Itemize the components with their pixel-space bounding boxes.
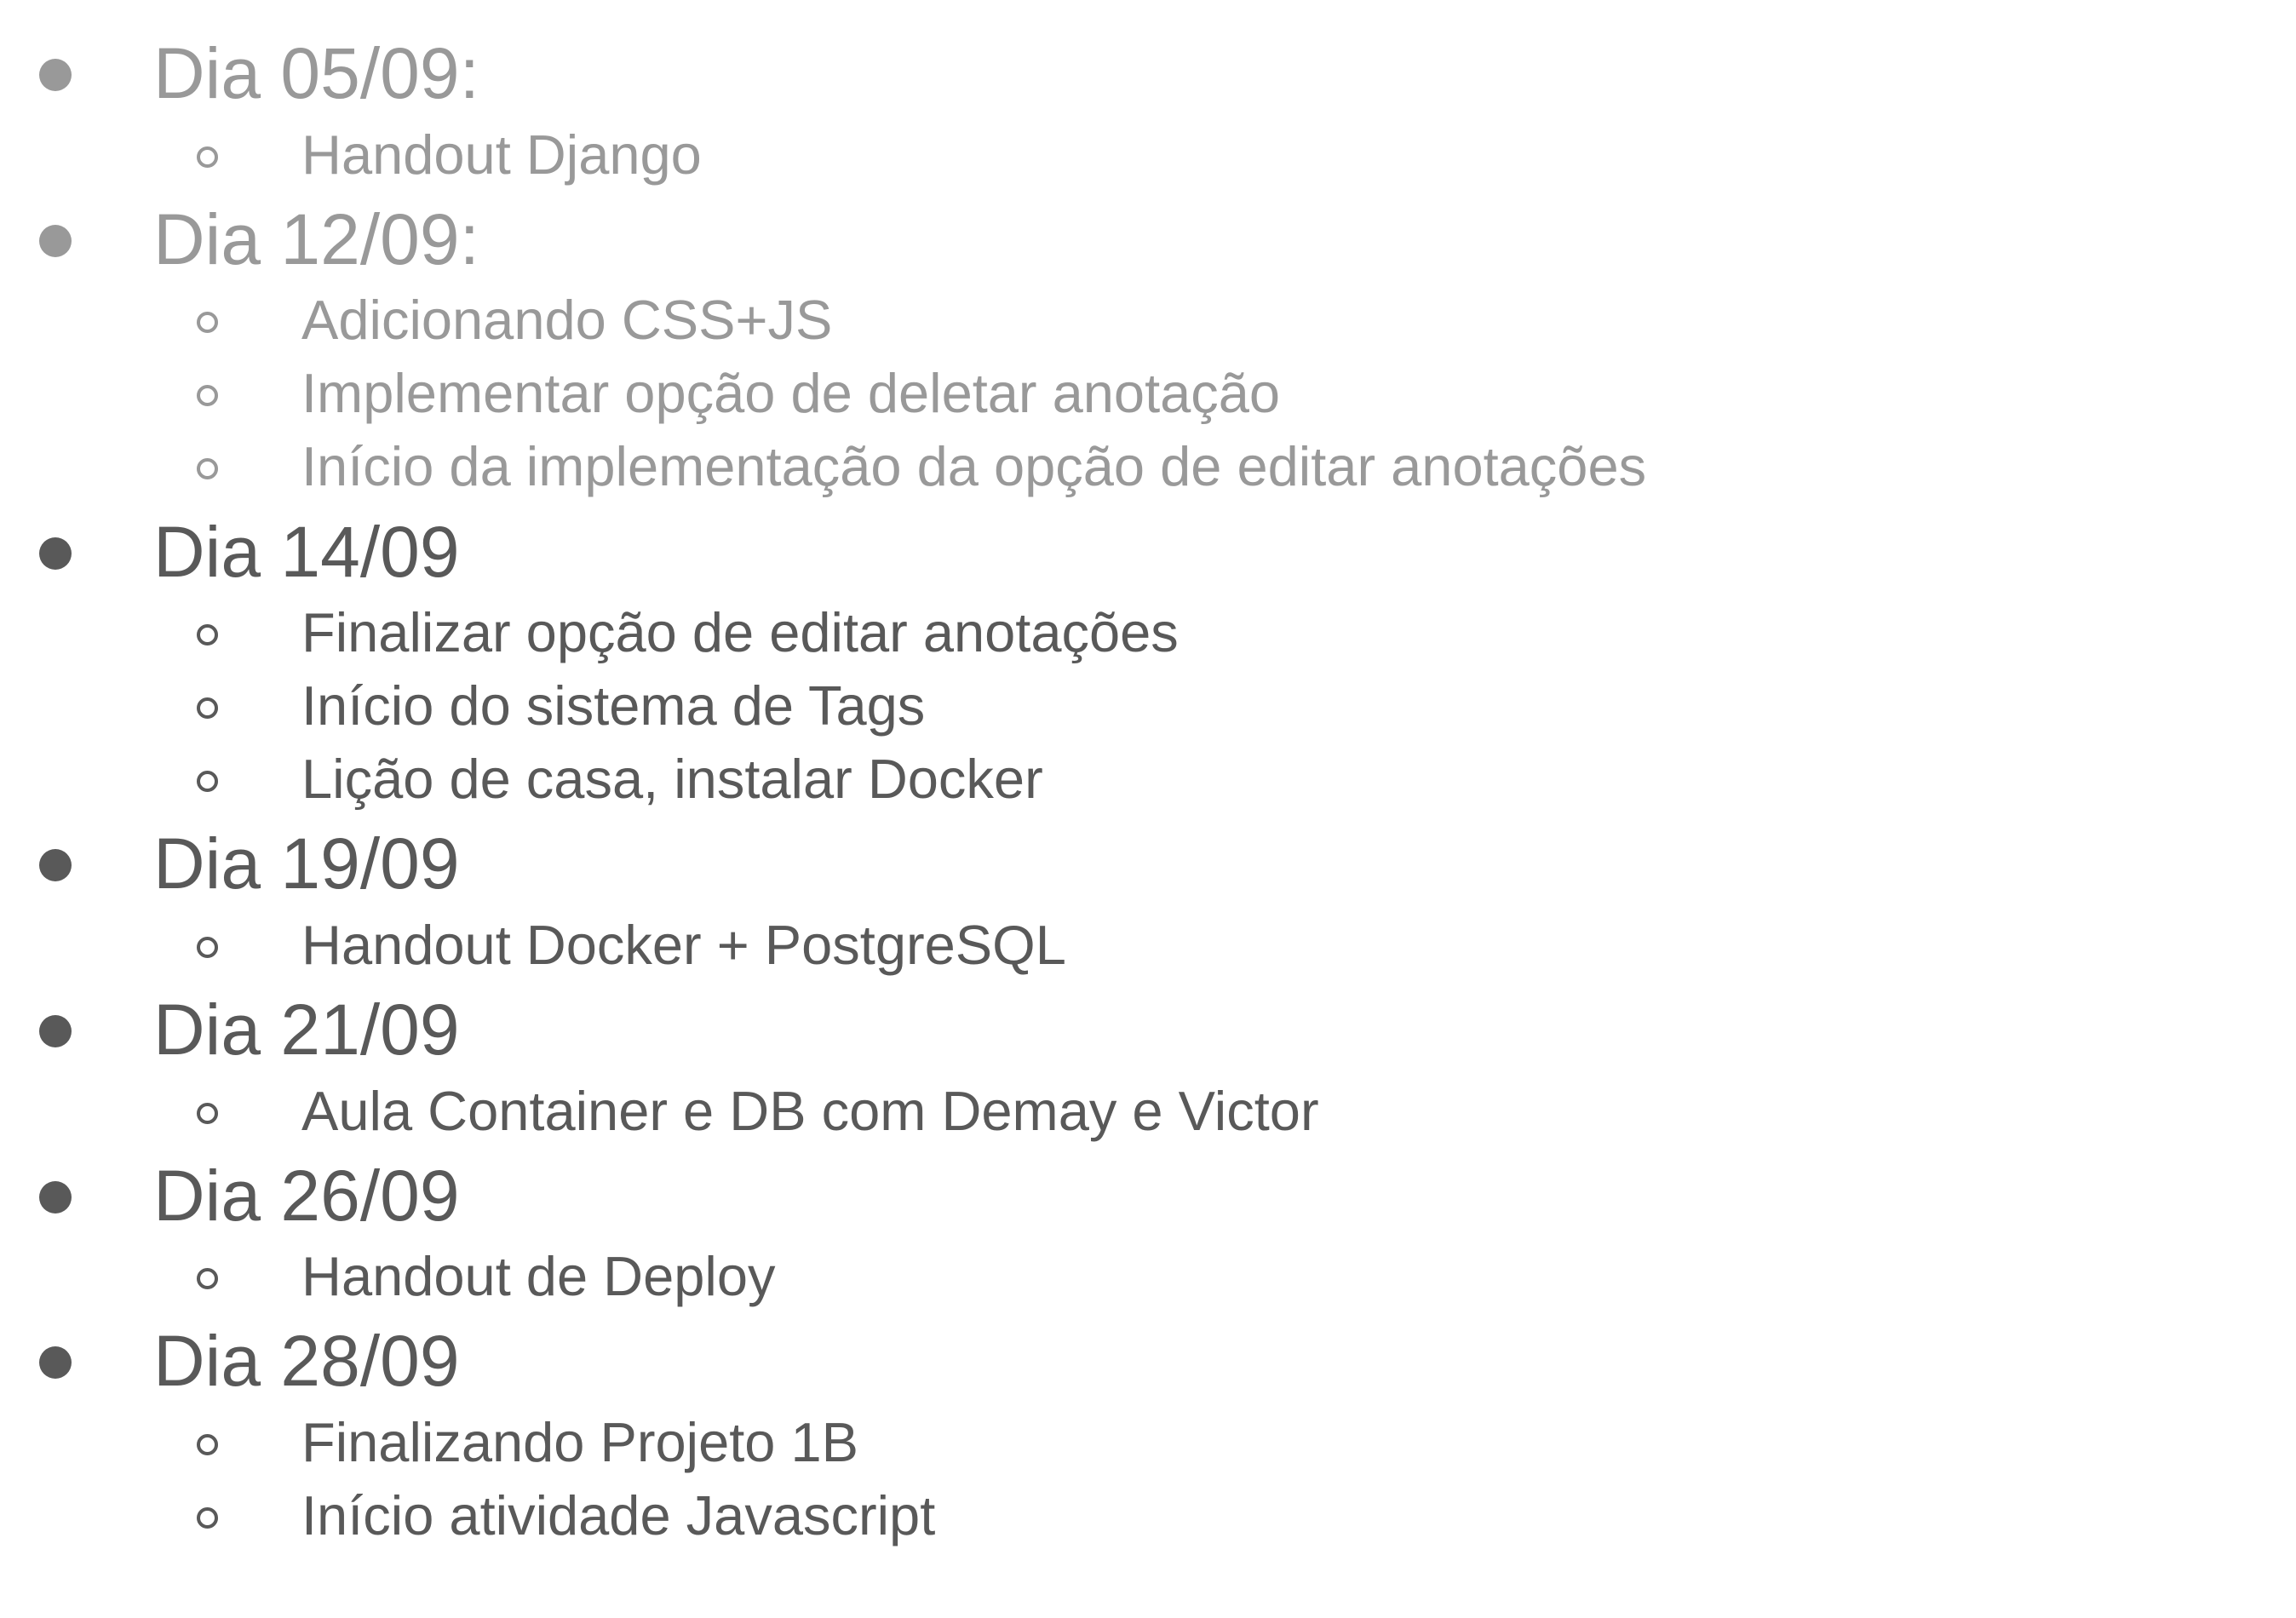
hollow-bullet-icon [197, 312, 218, 333]
filled-bullet-icon [39, 1015, 72, 1047]
day-title: Dia 19/09 [153, 823, 460, 904]
list-item-text: Início atividade Javascript [301, 1484, 936, 1546]
list-item-text: Implementar opção de deletar anotação [301, 362, 1281, 424]
filled-bullet-icon [39, 537, 72, 570]
filled-bullet-icon [39, 849, 72, 881]
list-item-text: Finalizando Projeto 1B [301, 1411, 858, 1473]
hollow-bullet-icon [197, 624, 218, 645]
hollow-bullet-icon [197, 697, 218, 719]
day-title: Dia 21/09 [153, 990, 460, 1070]
day-title: Dia 26/09 [153, 1156, 460, 1236]
filled-bullet-icon [39, 59, 72, 91]
list-item-text: Finalizar opção de editar anotações [301, 601, 1179, 663]
hollow-bullet-icon [197, 385, 218, 406]
list-item-text: Handout Docker + PostgreSQL [301, 914, 1066, 976]
hollow-bullet-icon [197, 937, 218, 958]
list-item-text: Aula Container e DB com Demay e Victor [301, 1080, 1319, 1142]
list-item-text: Início do sistema de Tags [301, 674, 926, 737]
day-title: Dia 12/09: [153, 199, 479, 279]
hollow-bullet-icon [197, 1434, 218, 1455]
filled-bullet-icon [39, 1346, 72, 1379]
list-item-text: Handout de Deploy [301, 1245, 776, 1307]
list-item-text: Handout Django [301, 123, 702, 186]
schedule-outline: Dia 05/09: Handout Django Dia 12/09: Adi… [0, 0, 2296, 1618]
hollow-bullet-icon [197, 1268, 218, 1289]
filled-bullet-icon [39, 225, 72, 257]
list-item-text: Início da implementação da opção de edit… [301, 435, 1647, 497]
hollow-bullet-icon [197, 458, 218, 479]
day-title: Dia 28/09 [153, 1321, 460, 1401]
list-item-text: Adicionando CSS+JS [301, 289, 833, 351]
day-title: Dia 14/09 [153, 512, 460, 592]
day-title: Dia 05/09: [153, 33, 479, 113]
hollow-bullet-icon [197, 1103, 218, 1124]
filled-bullet-icon [39, 1181, 72, 1214]
hollow-bullet-icon [197, 771, 218, 792]
hollow-bullet-icon [197, 1507, 218, 1529]
list-item-text: Lição de casa, instalar Docker [301, 748, 1043, 810]
hollow-bullet-icon [197, 146, 218, 168]
